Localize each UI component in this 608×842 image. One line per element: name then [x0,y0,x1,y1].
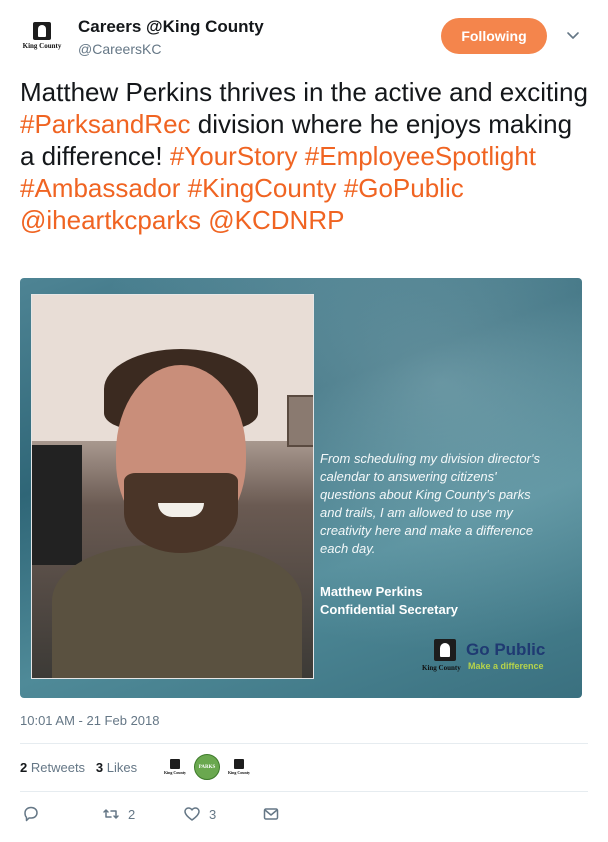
following-button[interactable]: Following [441,18,547,54]
hashtag-link[interactable]: #Ambassador [20,173,180,203]
retweet-count: 2 [128,806,136,822]
like-button[interactable]: 3 [183,804,216,824]
hashtag-link[interactable]: #GoPublic [344,173,464,203]
monitor [32,445,82,565]
avatar-logo-text: King County [22,42,62,50]
king-county-logo-icon [33,22,51,40]
like-count: 3 [209,806,217,822]
employee-title: Confidential Secretary [320,602,458,617]
tweet-text-segment [298,141,305,171]
reply-icon [24,806,38,822]
retweets-stat[interactable]: 2 Retweets [20,760,85,775]
chevron-down-icon[interactable] [566,28,580,42]
employee-name: Matthew Perkins [320,584,423,599]
hashtag-link[interactable]: #YourStory [170,141,298,171]
tweet-header: King County Careers @King County @Career… [20,14,588,64]
likes-stat[interactable]: 3 Likes [96,760,137,775]
shirt [52,545,302,678]
go-public-subtitle: Make a difference [468,661,544,671]
tweet-text-segment [180,173,187,203]
avatar[interactable]: King County [20,20,64,64]
liker-avatar[interactable]: PARKS [194,754,220,780]
retweet-button[interactable]: 2 [102,804,135,824]
hashtag-link[interactable]: #KingCounty [188,173,337,203]
account-name[interactable]: Careers @King County [78,17,264,37]
tweet-timestamp[interactable]: 10:01 AM - 21 Feb 2018 [20,713,159,728]
brand-org: King County [422,664,461,672]
tweet-media-image[interactable]: From scheduling my division director's c… [20,278,582,698]
liker-avatars: King County PARKS King County [162,753,252,781]
hashtag-link[interactable]: #ParksandRec [20,109,191,139]
go-public-title: Go Public [466,640,546,659]
envelope-icon [263,808,279,820]
king-county-logo-icon [434,639,456,661]
wall-frame [287,395,313,447]
liker-avatar[interactable]: King County [226,754,252,780]
tweet-text-segment [337,173,344,203]
smile [158,503,204,517]
retweet-icon [103,809,119,819]
heart-icon [184,807,200,821]
divider [20,743,588,744]
account-handle[interactable]: @CareersKC [78,41,161,57]
divider [20,791,588,792]
tweet-stats: 2 Retweets 3 Likes [20,760,137,775]
king-county-logo-icon [170,759,180,769]
king-county-logo-icon [234,759,244,769]
employee-photo [31,294,314,679]
tweet-text: Matthew Perkins thrives in the active an… [20,76,590,236]
liker-avatar[interactable]: King County [162,754,188,780]
hashtag-link[interactable]: #EmployeeSpotlight [305,141,536,171]
employee-quote: From scheduling my division director's c… [320,451,540,556]
hashtag-link[interactable]: @KCDNRP [208,205,344,235]
hashtag-link[interactable]: @iheartkcparks [20,205,201,235]
direct-message-button[interactable] [262,804,280,824]
reply-button[interactable] [22,804,48,824]
tweet-text-segment: Matthew Perkins thrives in the active an… [20,77,588,107]
